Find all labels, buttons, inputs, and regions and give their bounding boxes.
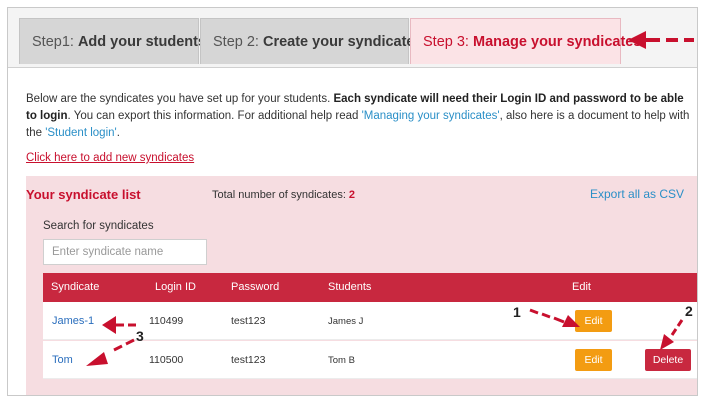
header-syndicate: Syndicate [51,281,100,293]
syndicate-name-link[interactable]: Tom [52,354,73,366]
table-row: Tom 110500 test123 Tom B Edit Delete [43,341,697,379]
annotation-arrow-icon [628,31,694,49]
students: Tom B [328,355,355,366]
table-header: Syndicate Login ID Password Students Edi… [43,273,697,302]
search-input[interactable] [43,239,207,265]
edit-button[interactable]: Edit [575,349,612,371]
step-tabs: Step1: Add your students • Step 2: Creat… [8,8,697,68]
students: James J [328,316,364,327]
tab-manage-syndicates[interactable]: Step 3: Manage your syndicates [410,18,641,64]
add-syndicates-link[interactable]: Click here to add new syndicates [26,152,194,164]
annotation-arrow-icon [529,308,580,327]
panel-title: Your syndicate list [26,187,141,202]
login-id: 110500 [149,354,184,366]
header-edit: Edit [572,281,591,293]
annotation-arrow-icon [102,316,136,334]
header-password: Password [231,281,280,293]
intro-text: Below are the syndicates you have set up… [26,91,696,142]
header-students: Students [328,281,372,293]
tab-add-students[interactable]: Step1: Add your students • [19,18,220,64]
intro-text-2: . You can export this information. For a… [67,110,362,122]
intro-text-4: . [116,127,120,139]
tab-step-label: Step 2: [213,34,259,50]
delete-button[interactable]: Delete [645,349,691,371]
page-frame: Step1: Add your students • Step 2: Creat… [7,7,698,396]
annotation-arrow-icon [660,319,684,350]
total-count: 2 [348,189,356,201]
tab-step-label: Step 3: [423,34,469,50]
student-login-link[interactable]: 'Student login' [45,127,117,139]
tab-title: Manage your syndicates [472,34,642,50]
tab-title: Add your students [77,34,207,50]
annotation-number: 3 [136,328,144,344]
syndicate-name-link[interactable]: James-1 [52,315,94,327]
annotation-arrow-icon [86,338,135,366]
password: test123 [231,354,266,366]
export-csv-link[interactable]: Export all as CSV [590,187,684,201]
total-label: Total number of syndicates: [212,189,346,201]
header-login-id: Login ID [155,281,196,293]
managing-syndicates-link[interactable]: 'Managing your syndicates' [362,110,500,122]
tab-step-label: Step1: [32,34,74,50]
tab-title: Create your syndicates [262,34,423,50]
syndicate-total: Total number of syndicates: 2 [212,189,355,201]
login-id: 110499 [149,315,184,327]
tab-create-syndicates[interactable]: Step 2: Create your syndicates • [200,18,437,64]
annotation-number: 2 [685,303,693,319]
annotation-number: 1 [513,304,521,320]
intro-text-1: Below are the syndicates you have set up… [26,93,334,105]
search-label: Search for syndicates [43,220,154,232]
password: test123 [231,315,266,327]
